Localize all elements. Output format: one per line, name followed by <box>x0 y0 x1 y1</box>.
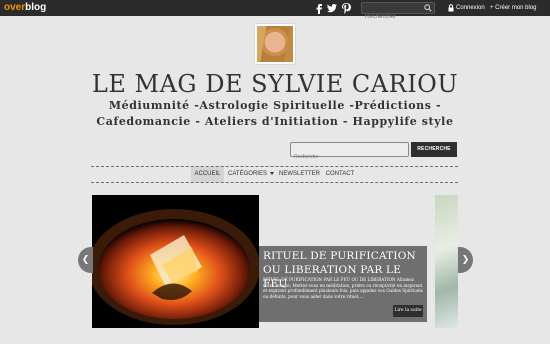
twitter-icon[interactable] <box>326 2 338 14</box>
nav-item-contact[interactable]: CONTACT <box>325 167 355 182</box>
top-search-input[interactable] <box>362 12 422 22</box>
slide-caption: RITUEL DE PURIFICATION OU LIBERATION PAR… <box>259 246 427 322</box>
read-more-button[interactable]: Lire la suite <box>393 305 423 317</box>
brand-part-blog: blog <box>25 2 47 13</box>
top-search-field[interactable] <box>361 2 435 22</box>
fire-bowl-illustration <box>92 195 259 328</box>
next-slide-preview[interactable] <box>435 195 458 328</box>
chevron-down-icon <box>269 171 274 175</box>
blog-subtitle: Médiumnité -Astrologie Spirituelle -Préd… <box>96 99 454 128</box>
nav-item-categories[interactable]: CATÉGORIES <box>227 167 275 182</box>
main-nav: ACCUEIL CATÉGORIES NEWSLETTER CONTACT <box>91 166 458 183</box>
slide-excerpt: RITUEL DE PURIFICATION PAR LE FEU OU DE … <box>263 277 423 299</box>
avatar <box>255 24 295 64</box>
nav-item-categories-label: CATÉGORIES <box>228 171 267 177</box>
top-bar: overblog Connexion + Créer mon blog <box>0 0 550 22</box>
lock-icon <box>448 4 454 12</box>
next-slide-button[interactable]: ❯ <box>458 247 473 273</box>
brand-part-over: over <box>4 2 26 13</box>
search-button[interactable]: RECHERCHE <box>411 142 457 157</box>
nav-item-newsletter[interactable]: NEWSLETTER <box>279 167 320 182</box>
facebook-icon[interactable] <box>313 2 325 14</box>
overblog-logo[interactable]: overblog <box>4 2 46 13</box>
pinterest-icon[interactable] <box>340 2 352 14</box>
blog-title[interactable]: LE MAG DE SYLVIE CARIOU <box>0 70 550 98</box>
login-link[interactable]: Connexion <box>456 3 485 13</box>
avatar-hair-shape <box>257 26 293 62</box>
slide-image[interactable] <box>92 195 259 328</box>
nav-item-accueil[interactable]: ACCUEIL <box>191 167 224 182</box>
search-icon[interactable] <box>424 4 432 12</box>
search-input[interactable] <box>291 150 408 164</box>
prev-slide-button[interactable]: ❮ <box>78 247 93 273</box>
search-field[interactable] <box>290 142 409 164</box>
create-blog-link[interactable]: + Créer mon blog <box>490 3 537 13</box>
